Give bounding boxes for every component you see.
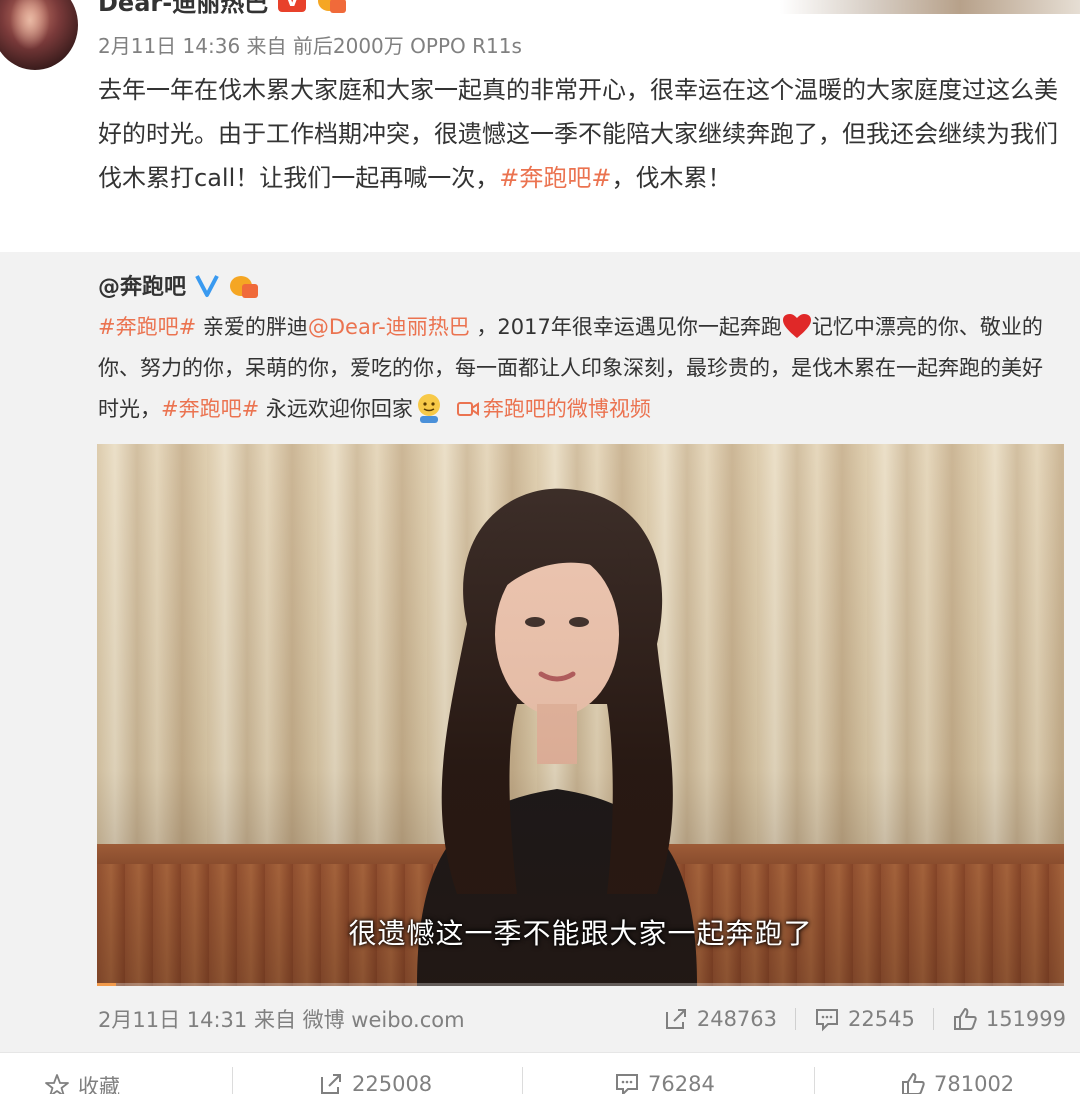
comment-icon <box>816 1009 839 1032</box>
divider <box>522 1067 523 1094</box>
smiley-emoji-icon <box>417 394 440 423</box>
like-count: 151999 <box>985 1007 1066 1031</box>
video-progress-fill <box>97 983 117 986</box>
like-button[interactable]: 781002 <box>900 1071 1014 1094</box>
post-text: 去年一年在伐木累大家庭和大家一起真的非常开心，很幸运在这个温暖的大家庭度过这么美… <box>98 68 1058 200</box>
original-post: Dear-迪丽热巴 V 2月11日 14:36 来自 前后2000万 OPPO … <box>0 0 1080 252</box>
divider <box>814 1067 815 1094</box>
action-bar: 收藏 225008 76284 781002 <box>0 1052 1080 1094</box>
comment-button[interactable]: 76284 <box>614 1071 715 1094</box>
thumbs-up-icon <box>953 1008 977 1030</box>
repost-stats: 248763 22545 151999 <box>645 1006 1066 1032</box>
repost-text-part: 永远欢迎你回家 <box>259 397 413 421</box>
blue-verified-icon <box>194 272 220 298</box>
hashtag-link[interactable]: #奔跑吧# <box>98 315 196 339</box>
comment-count: 22545 <box>848 1007 915 1031</box>
author-name[interactable]: Dear-迪丽热巴 <box>98 0 268 18</box>
hashtag-link[interactable]: #奔跑吧# <box>161 397 259 421</box>
header-photo-strip <box>780 0 1080 14</box>
repost-text-part: ，2017年很幸运遇见你一起奔跑 <box>469 315 782 339</box>
favorite-button[interactable]: 收藏 <box>44 1071 120 1094</box>
verified-badge-icon: V <box>278 0 307 12</box>
repost-count-button[interactable]: 248763 <box>645 1006 795 1032</box>
share-icon <box>321 1074 341 1094</box>
repost-author-row: @奔跑吧 <box>98 268 259 302</box>
video-progress-bar[interactable] <box>97 983 1064 986</box>
crown-level-icon <box>316 0 347 13</box>
repost-footer: 2月11日 14:31 来自 微博 weibo.com 248763 22545… <box>98 1003 1066 1035</box>
like-action-count: 781002 <box>934 1072 1015 1094</box>
repost-meta: 2月11日 14:31 来自 微博 weibo.com <box>98 1008 465 1032</box>
hashtag-link[interactable]: #奔跑吧# <box>499 164 611 192</box>
comment-count-button[interactable]: 22545 <box>796 1006 933 1032</box>
repost-text-part: 亲爱的胖迪 <box>196 315 308 339</box>
video-shade <box>97 444 1064 986</box>
share-icon <box>665 1009 686 1029</box>
repost-author-name[interactable]: @奔跑吧 <box>98 269 186 301</box>
repost-action-count: 225008 <box>352 1072 433 1094</box>
crown-level-icon <box>228 272 259 298</box>
comment-action-count: 76284 <box>648 1072 715 1094</box>
post-meta: 2月11日 14:36 来自 前后2000万 OPPO R11s <box>98 34 522 58</box>
repost-button[interactable]: 225008 <box>318 1071 432 1094</box>
video-player[interactable]: 很遗憾这一季不能跟大家一起奔跑了 <box>97 444 1064 986</box>
thumbs-up-icon <box>902 1073 925 1094</box>
comment-icon <box>616 1074 638 1094</box>
mention-link[interactable]: @Dear-迪丽热巴 <box>308 315 470 339</box>
video-subtitle: 很遗憾这一季不能跟大家一起奔跑了 <box>348 917 813 950</box>
video-link[interactable]: 奔跑吧的微博视频 <box>483 397 651 421</box>
star-icon <box>45 1074 69 1094</box>
post-text-after: ，伐木累！ <box>611 164 732 192</box>
repost-count: 248763 <box>696 1007 778 1031</box>
video-icon <box>456 402 479 416</box>
repost-text: #奔跑吧# 亲爱的胖迪@Dear-迪丽热巴 ，2017年很幸运遇见你一起奔跑 记忆… <box>98 307 1058 430</box>
avatar[interactable] <box>0 0 78 70</box>
author-row: Dear-迪丽热巴 V <box>98 0 347 18</box>
heart-icon <box>782 314 811 338</box>
divider <box>232 1067 233 1094</box>
favorite-label: 收藏 <box>78 1075 120 1094</box>
like-count-button[interactable]: 151999 <box>934 1006 1066 1032</box>
